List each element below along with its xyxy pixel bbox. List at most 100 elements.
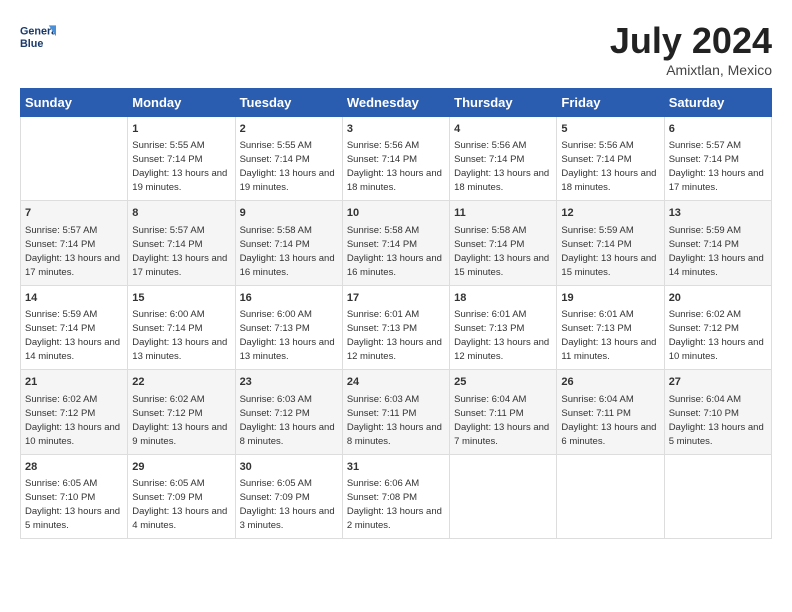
calendar-cell bbox=[450, 454, 557, 538]
day-info: Sunrise: 6:01 AMSunset: 7:13 PMDaylight:… bbox=[347, 309, 442, 362]
calendar-cell bbox=[557, 454, 664, 538]
header-row: SundayMondayTuesdayWednesdayThursdayFrid… bbox=[21, 89, 772, 117]
calendar-cell: 18 Sunrise: 6:01 AMSunset: 7:13 PMDaylig… bbox=[450, 285, 557, 369]
day-number: 1 bbox=[132, 122, 230, 137]
day-info: Sunrise: 5:55 AMSunset: 7:14 PMDaylight:… bbox=[132, 140, 227, 193]
day-info: Sunrise: 6:04 AMSunset: 7:10 PMDaylight:… bbox=[669, 394, 764, 447]
day-info: Sunrise: 5:57 AMSunset: 7:14 PMDaylight:… bbox=[25, 225, 120, 278]
day-number: 20 bbox=[669, 291, 767, 306]
logo: General Blue bbox=[20, 20, 56, 56]
day-info: Sunrise: 5:57 AMSunset: 7:14 PMDaylight:… bbox=[132, 225, 227, 278]
calendar-cell: 23 Sunrise: 6:03 AMSunset: 7:12 PMDaylig… bbox=[235, 370, 342, 454]
calendar-cell: 1 Sunrise: 5:55 AMSunset: 7:14 PMDayligh… bbox=[128, 117, 235, 201]
day-info: Sunrise: 6:05 AMSunset: 7:10 PMDaylight:… bbox=[25, 478, 120, 531]
calendar-table: SundayMondayTuesdayWednesdayThursdayFrid… bbox=[20, 88, 772, 539]
day-info: Sunrise: 6:02 AMSunset: 7:12 PMDaylight:… bbox=[132, 394, 227, 447]
calendar-cell: 31 Sunrise: 6:06 AMSunset: 7:08 PMDaylig… bbox=[342, 454, 449, 538]
day-number: 23 bbox=[240, 375, 338, 390]
month-title: July 2024 bbox=[610, 20, 772, 62]
week-row-5: 28 Sunrise: 6:05 AMSunset: 7:10 PMDaylig… bbox=[21, 454, 772, 538]
calendar-cell: 5 Sunrise: 5:56 AMSunset: 7:14 PMDayligh… bbox=[557, 117, 664, 201]
calendar-cell bbox=[664, 454, 771, 538]
day-number: 10 bbox=[347, 206, 445, 221]
day-number: 27 bbox=[669, 375, 767, 390]
day-number: 19 bbox=[561, 291, 659, 306]
day-info: Sunrise: 5:58 AMSunset: 7:14 PMDaylight:… bbox=[454, 225, 549, 278]
calendar-cell: 24 Sunrise: 6:03 AMSunset: 7:11 PMDaylig… bbox=[342, 370, 449, 454]
day-info: Sunrise: 5:56 AMSunset: 7:14 PMDaylight:… bbox=[347, 140, 442, 193]
day-info: Sunrise: 6:01 AMSunset: 7:13 PMDaylight:… bbox=[561, 309, 656, 362]
calendar-cell: 11 Sunrise: 5:58 AMSunset: 7:14 PMDaylig… bbox=[450, 201, 557, 285]
day-info: Sunrise: 6:04 AMSunset: 7:11 PMDaylight:… bbox=[561, 394, 656, 447]
day-header-friday: Friday bbox=[557, 89, 664, 117]
calendar-cell: 12 Sunrise: 5:59 AMSunset: 7:14 PMDaylig… bbox=[557, 201, 664, 285]
day-info: Sunrise: 5:56 AMSunset: 7:14 PMDaylight:… bbox=[561, 140, 656, 193]
day-header-saturday: Saturday bbox=[664, 89, 771, 117]
calendar-cell: 10 Sunrise: 5:58 AMSunset: 7:14 PMDaylig… bbox=[342, 201, 449, 285]
calendar-cell: 25 Sunrise: 6:04 AMSunset: 7:11 PMDaylig… bbox=[450, 370, 557, 454]
day-number: 15 bbox=[132, 291, 230, 306]
day-number: 6 bbox=[669, 122, 767, 137]
calendar-cell: 3 Sunrise: 5:56 AMSunset: 7:14 PMDayligh… bbox=[342, 117, 449, 201]
day-info: Sunrise: 6:04 AMSunset: 7:11 PMDaylight:… bbox=[454, 394, 549, 447]
day-number: 22 bbox=[132, 375, 230, 390]
location: Amixtlan, Mexico bbox=[610, 62, 772, 78]
day-header-monday: Monday bbox=[128, 89, 235, 117]
day-header-tuesday: Tuesday bbox=[235, 89, 342, 117]
week-row-2: 7 Sunrise: 5:57 AMSunset: 7:14 PMDayligh… bbox=[21, 201, 772, 285]
day-number: 30 bbox=[240, 460, 338, 475]
calendar-cell: 7 Sunrise: 5:57 AMSunset: 7:14 PMDayligh… bbox=[21, 201, 128, 285]
day-number: 3 bbox=[347, 122, 445, 137]
calendar-cell: 28 Sunrise: 6:05 AMSunset: 7:10 PMDaylig… bbox=[21, 454, 128, 538]
day-number: 14 bbox=[25, 291, 123, 306]
day-number: 4 bbox=[454, 122, 552, 137]
calendar-cell: 2 Sunrise: 5:55 AMSunset: 7:14 PMDayligh… bbox=[235, 117, 342, 201]
day-info: Sunrise: 6:03 AMSunset: 7:12 PMDaylight:… bbox=[240, 394, 335, 447]
day-info: Sunrise: 5:58 AMSunset: 7:14 PMDaylight:… bbox=[347, 225, 442, 278]
calendar-cell: 4 Sunrise: 5:56 AMSunset: 7:14 PMDayligh… bbox=[450, 117, 557, 201]
day-number: 2 bbox=[240, 122, 338, 137]
day-info: Sunrise: 5:59 AMSunset: 7:14 PMDaylight:… bbox=[669, 225, 764, 278]
calendar-cell: 14 Sunrise: 5:59 AMSunset: 7:14 PMDaylig… bbox=[21, 285, 128, 369]
day-number: 13 bbox=[669, 206, 767, 221]
day-number: 26 bbox=[561, 375, 659, 390]
day-number: 12 bbox=[561, 206, 659, 221]
calendar-cell: 26 Sunrise: 6:04 AMSunset: 7:11 PMDaylig… bbox=[557, 370, 664, 454]
week-row-3: 14 Sunrise: 5:59 AMSunset: 7:14 PMDaylig… bbox=[21, 285, 772, 369]
day-number: 8 bbox=[132, 206, 230, 221]
calendar-cell: 19 Sunrise: 6:01 AMSunset: 7:13 PMDaylig… bbox=[557, 285, 664, 369]
calendar-cell: 30 Sunrise: 6:05 AMSunset: 7:09 PMDaylig… bbox=[235, 454, 342, 538]
day-number: 25 bbox=[454, 375, 552, 390]
calendar-cell: 8 Sunrise: 5:57 AMSunset: 7:14 PMDayligh… bbox=[128, 201, 235, 285]
title-block: July 2024 Amixtlan, Mexico bbox=[610, 20, 772, 78]
day-number: 9 bbox=[240, 206, 338, 221]
calendar-cell: 17 Sunrise: 6:01 AMSunset: 7:13 PMDaylig… bbox=[342, 285, 449, 369]
day-info: Sunrise: 5:59 AMSunset: 7:14 PMDaylight:… bbox=[25, 309, 120, 362]
day-info: Sunrise: 5:58 AMSunset: 7:14 PMDaylight:… bbox=[240, 225, 335, 278]
svg-text:Blue: Blue bbox=[20, 38, 43, 50]
calendar-cell: 29 Sunrise: 6:05 AMSunset: 7:09 PMDaylig… bbox=[128, 454, 235, 538]
day-number: 24 bbox=[347, 375, 445, 390]
day-info: Sunrise: 6:05 AMSunset: 7:09 PMDaylight:… bbox=[132, 478, 227, 531]
day-info: Sunrise: 6:05 AMSunset: 7:09 PMDaylight:… bbox=[240, 478, 335, 531]
day-header-thursday: Thursday bbox=[450, 89, 557, 117]
day-info: Sunrise: 6:01 AMSunset: 7:13 PMDaylight:… bbox=[454, 309, 549, 362]
day-number: 11 bbox=[454, 206, 552, 221]
day-number: 17 bbox=[347, 291, 445, 306]
day-info: Sunrise: 6:02 AMSunset: 7:12 PMDaylight:… bbox=[669, 309, 764, 362]
page-header: General Blue July 2024 Amixtlan, Mexico bbox=[20, 20, 772, 78]
calendar-cell bbox=[21, 117, 128, 201]
calendar-cell: 13 Sunrise: 5:59 AMSunset: 7:14 PMDaylig… bbox=[664, 201, 771, 285]
day-number: 16 bbox=[240, 291, 338, 306]
day-info: Sunrise: 5:55 AMSunset: 7:14 PMDaylight:… bbox=[240, 140, 335, 193]
day-number: 29 bbox=[132, 460, 230, 475]
day-info: Sunrise: 6:06 AMSunset: 7:08 PMDaylight:… bbox=[347, 478, 442, 531]
calendar-cell: 21 Sunrise: 6:02 AMSunset: 7:12 PMDaylig… bbox=[21, 370, 128, 454]
day-info: Sunrise: 5:59 AMSunset: 7:14 PMDaylight:… bbox=[561, 225, 656, 278]
calendar-cell: 22 Sunrise: 6:02 AMSunset: 7:12 PMDaylig… bbox=[128, 370, 235, 454]
day-number: 21 bbox=[25, 375, 123, 390]
day-number: 5 bbox=[561, 122, 659, 137]
day-number: 18 bbox=[454, 291, 552, 306]
day-info: Sunrise: 5:57 AMSunset: 7:14 PMDaylight:… bbox=[669, 140, 764, 193]
logo-icon: General Blue bbox=[20, 20, 56, 56]
